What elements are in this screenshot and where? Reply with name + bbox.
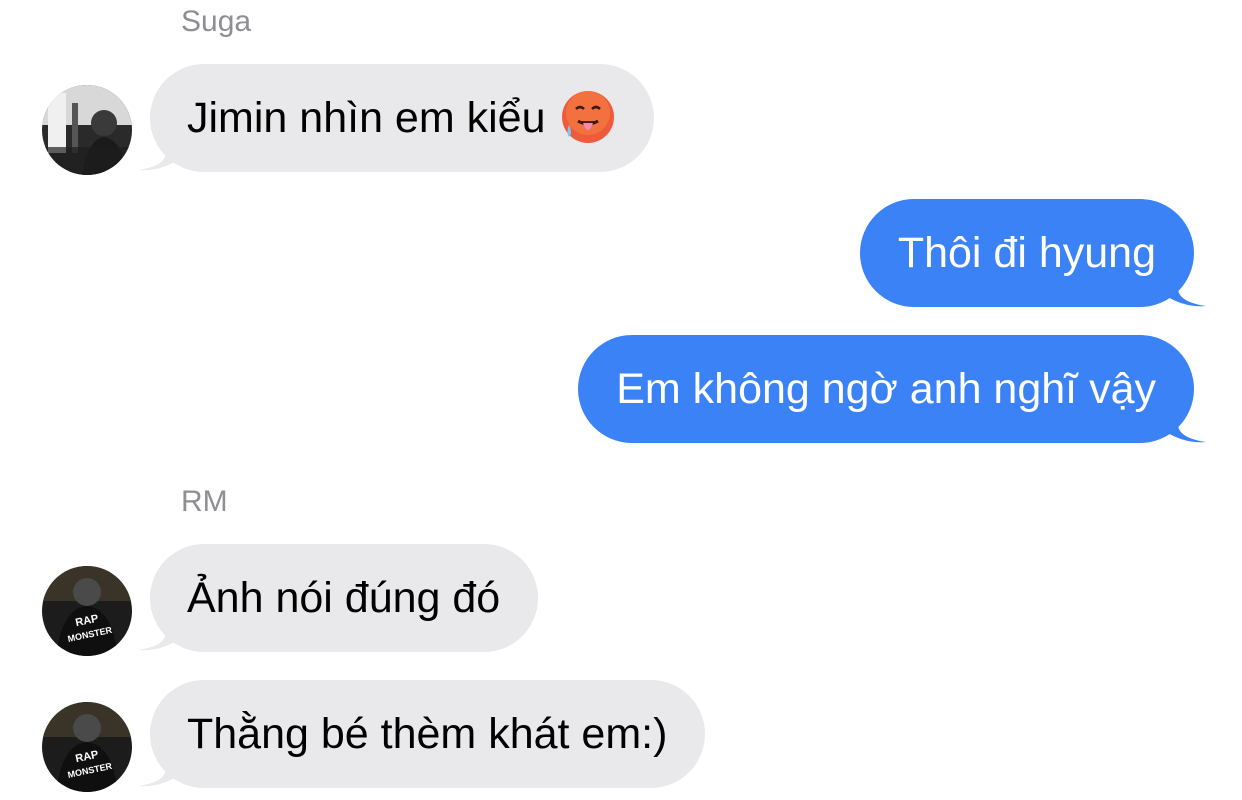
bubble-tail: [138, 132, 178, 171]
bubble-tail: [138, 612, 178, 651]
message-text: Ảnh nói đúng đó: [187, 574, 501, 622]
message-bubble[interactable]: Ảnh nói đúng đó: [150, 544, 539, 652]
bubble-tail: [1166, 404, 1206, 443]
person-photo-icon: [42, 85, 132, 175]
avatar-suga[interactable]: [42, 85, 132, 175]
sender-name-suga: Suga: [181, 5, 252, 38]
sender-name-rm: RM: [181, 485, 228, 518]
rap-monster-photo-icon: RAP MONSTER: [42, 702, 132, 792]
message-text: Jimin nhìn em kiểu: [187, 94, 546, 142]
message-text: Thôi đi hyung: [897, 229, 1156, 277]
message-bubble[interactable]: Em không ngờ anh nghĩ vậy: [578, 335, 1194, 443]
message-bubble[interactable]: Jimin nhìn em kiểu: [150, 64, 654, 172]
message-text: Thằng bé thèm khát em:): [187, 710, 668, 758]
bubble-tail: [1166, 268, 1206, 307]
avatar-rm[interactable]: RAP MONSTER: [42, 702, 132, 792]
avatar-rm[interactable]: RAP MONSTER: [42, 566, 132, 656]
chat-screen: Suga Jimin nhìn em kiểu Thôi đi hyung Em…: [0, 0, 1242, 800]
message-bubble[interactable]: Thôi đi hyung: [859, 199, 1194, 307]
message-text: Em không ngờ anh nghĩ vậy: [616, 365, 1156, 413]
bubble-tail: [138, 748, 178, 787]
hot-face-emoji: [561, 90, 614, 143]
rap-monster-photo-icon: RAP MONSTER: [42, 566, 132, 656]
message-bubble[interactable]: Thằng bé thèm khát em:): [150, 680, 706, 788]
